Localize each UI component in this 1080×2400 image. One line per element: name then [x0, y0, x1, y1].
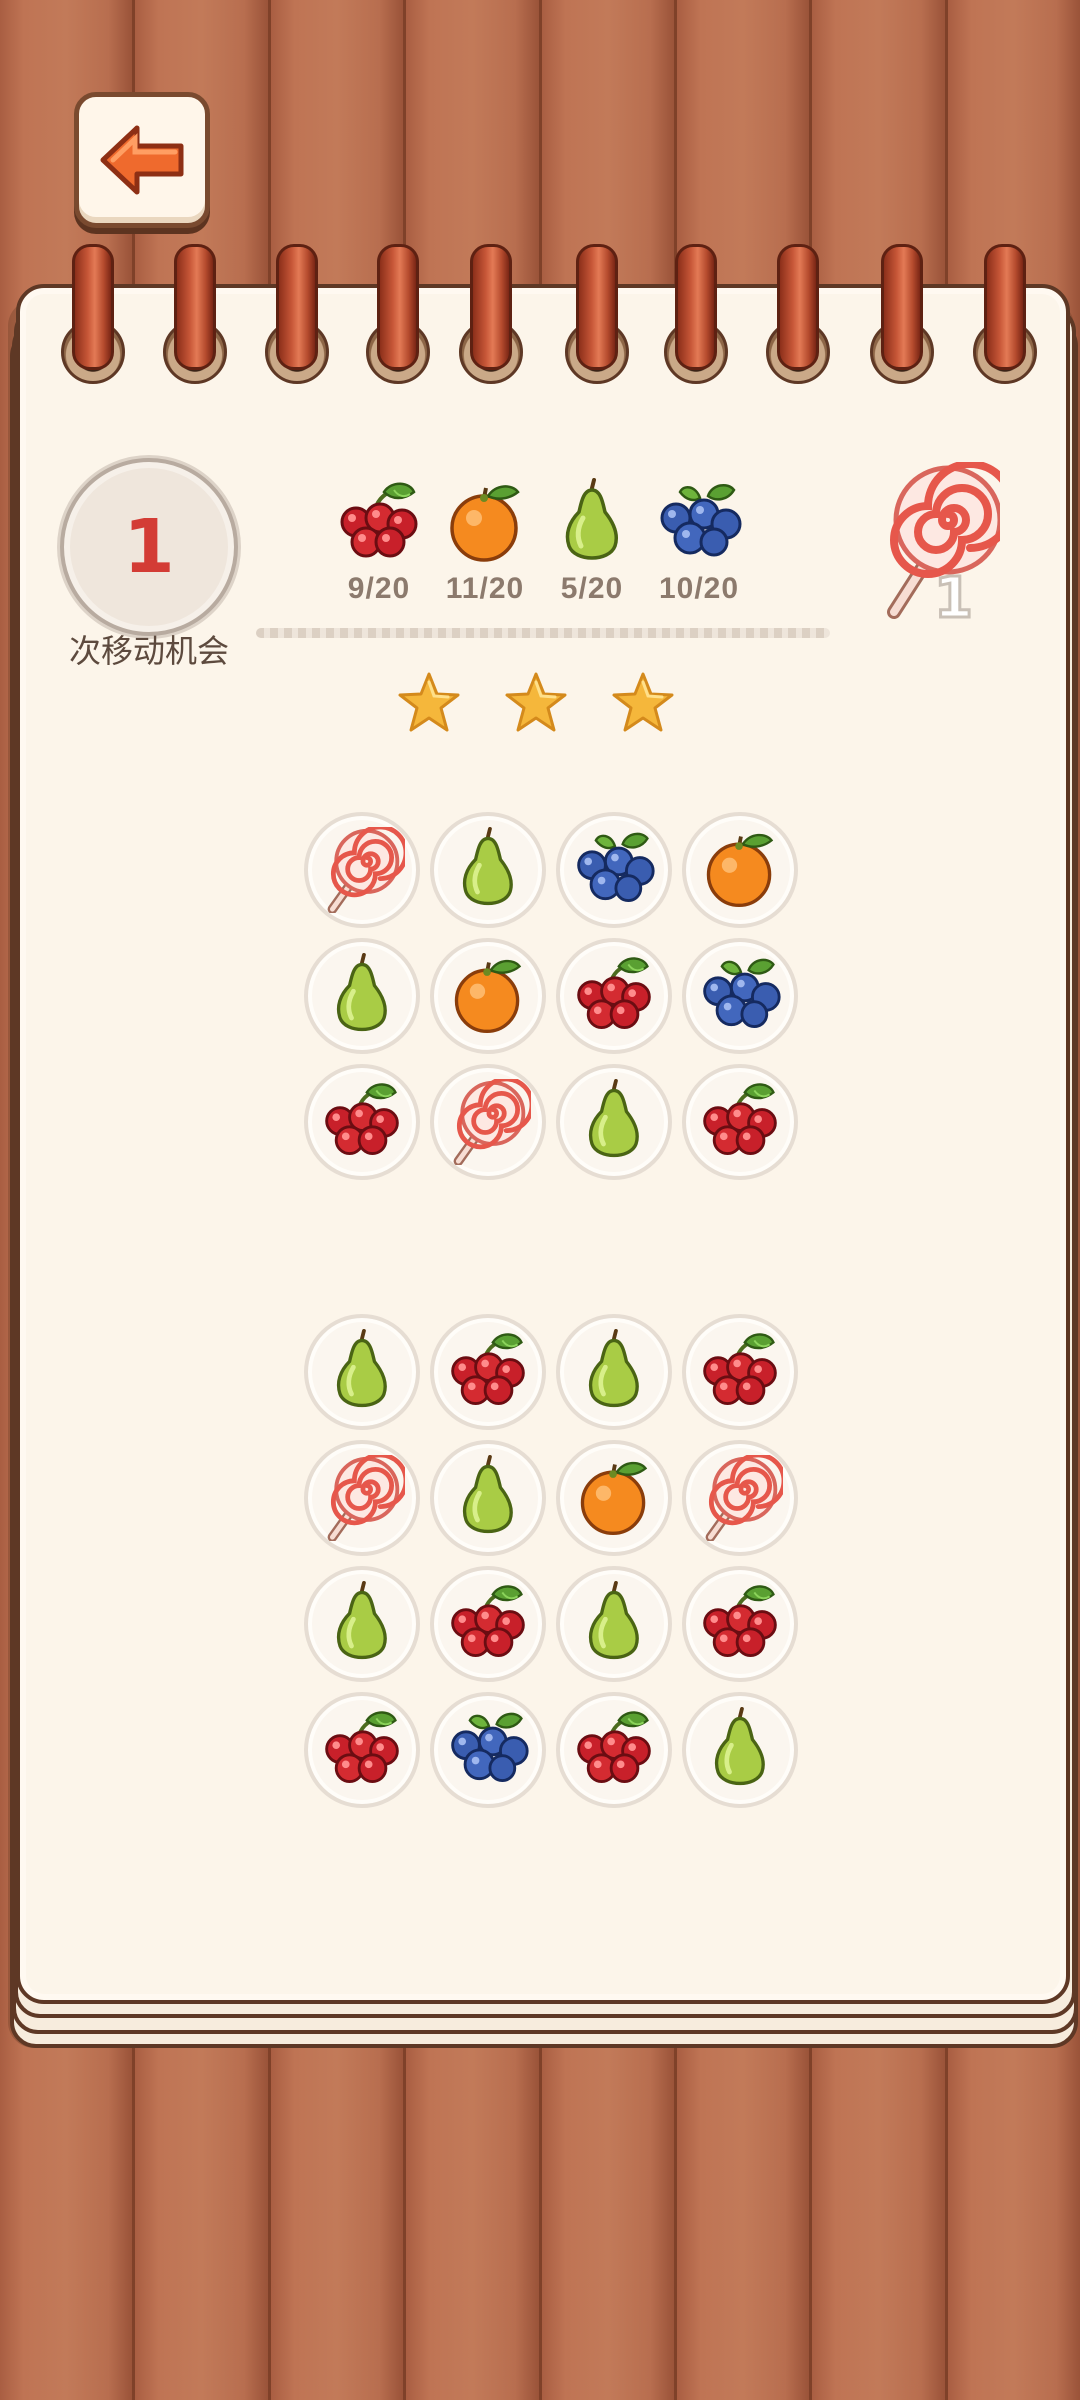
- board-cell-pear[interactable]: [304, 938, 420, 1054]
- binder-ring: [276, 244, 318, 370]
- goal-cherry: 9/20: [324, 478, 434, 606]
- moves-counter: 1: [60, 458, 238, 636]
- lollipop-icon: [697, 1455, 783, 1541]
- board-cell-pear[interactable]: [556, 1566, 672, 1682]
- board-cell-blueberry[interactable]: [682, 938, 798, 1054]
- orange-icon: [440, 478, 530, 568]
- board-cell-cherry[interactable]: [682, 1064, 798, 1180]
- board-cell-orange[interactable]: [430, 938, 546, 1054]
- cherry-icon: [334, 478, 424, 568]
- binder-ring: [470, 244, 512, 370]
- back-button[interactable]: [74, 92, 210, 228]
- cherry-icon: [445, 1329, 531, 1415]
- orange-icon: [445, 953, 531, 1039]
- binder-ring: [377, 244, 419, 370]
- goal-count: 9/20: [347, 572, 411, 605]
- binder-ring: [881, 244, 923, 370]
- goal-pear: 5/20: [537, 478, 647, 606]
- blueberry-icon: [445, 1707, 531, 1793]
- pear-icon: [697, 1707, 783, 1793]
- board-cell-cherry[interactable]: [556, 1692, 672, 1808]
- blueberry-icon: [697, 953, 783, 1039]
- board-cell-pear[interactable]: [430, 812, 546, 928]
- pear-icon: [445, 1455, 531, 1541]
- moves-number: 1: [123, 504, 175, 590]
- goals-divider: [256, 628, 830, 638]
- cherry-icon: [319, 1707, 405, 1793]
- cherry-icon: [697, 1329, 783, 1415]
- board-cell-pear[interactable]: [304, 1566, 420, 1682]
- booster-count: 1: [933, 565, 975, 633]
- board-cell-lollipop[interactable]: [430, 1064, 546, 1180]
- blueberry-icon: [571, 827, 657, 913]
- orange-icon: [571, 1455, 657, 1541]
- goal-count: 5/20: [560, 572, 624, 605]
- board-cell-cherry[interactable]: [430, 1314, 546, 1430]
- board-cell-lollipop[interactable]: [682, 1440, 798, 1556]
- board-cell-cherry[interactable]: [430, 1566, 546, 1682]
- blueberry-icon: [654, 478, 744, 568]
- board-cell-cherry[interactable]: [682, 1566, 798, 1682]
- board-cell-pear[interactable]: [556, 1064, 672, 1180]
- board-cell-cherry[interactable]: [556, 938, 672, 1054]
- lollipop-icon: [319, 827, 405, 913]
- pear-icon: [571, 1079, 657, 1165]
- goal-orange: 11/20: [430, 478, 540, 606]
- board-cell-cherry[interactable]: [304, 1692, 420, 1808]
- binder-ring: [777, 244, 819, 370]
- pear-icon: [547, 478, 637, 568]
- board-cell-cherry[interactable]: [304, 1064, 420, 1180]
- board-cell-orange[interactable]: [556, 1440, 672, 1556]
- board-cell-blueberry[interactable]: [556, 812, 672, 928]
- pear-icon: [445, 827, 531, 913]
- pear-icon: [319, 1581, 405, 1667]
- binder-ring: [174, 244, 216, 370]
- cherry-icon: [697, 1079, 783, 1165]
- orange-icon: [697, 827, 783, 913]
- star-icon: [610, 670, 676, 736]
- goal-count: 10/20: [658, 572, 740, 605]
- back-arrow-icon: [100, 125, 184, 195]
- binder-ring: [984, 244, 1026, 370]
- goal-blueberry: 10/20: [644, 478, 754, 606]
- board-cell-pear[interactable]: [556, 1314, 672, 1430]
- pear-icon: [319, 953, 405, 1039]
- star-icon: [396, 670, 462, 736]
- star-icon: [503, 670, 569, 736]
- board-cell-cherry[interactable]: [682, 1314, 798, 1430]
- cherry-icon: [319, 1079, 405, 1165]
- board-cell-pear[interactable]: [430, 1440, 546, 1556]
- binder-ring: [576, 244, 618, 370]
- board-cell-lollipop[interactable]: [304, 812, 420, 928]
- pear-icon: [571, 1329, 657, 1415]
- moves-label: 次移动机会: [68, 632, 229, 670]
- lollipop-icon: [445, 1079, 531, 1165]
- cherry-icon: [571, 1707, 657, 1793]
- cherry-icon: [445, 1581, 531, 1667]
- binder-ring: [72, 244, 114, 370]
- board-cell-pear[interactable]: [682, 1692, 798, 1808]
- board-cell-blueberry[interactable]: [430, 1692, 546, 1808]
- cherry-icon: [571, 953, 657, 1039]
- cherry-icon: [697, 1581, 783, 1667]
- board-cell-lollipop[interactable]: [304, 1440, 420, 1556]
- pear-icon: [319, 1329, 405, 1415]
- pear-icon: [571, 1581, 657, 1667]
- binder-ring: [675, 244, 717, 370]
- board-cell-pear[interactable]: [304, 1314, 420, 1430]
- lollipop-icon: [319, 1455, 405, 1541]
- board-cell-orange[interactable]: [682, 812, 798, 928]
- goal-count: 11/20: [445, 572, 525, 605]
